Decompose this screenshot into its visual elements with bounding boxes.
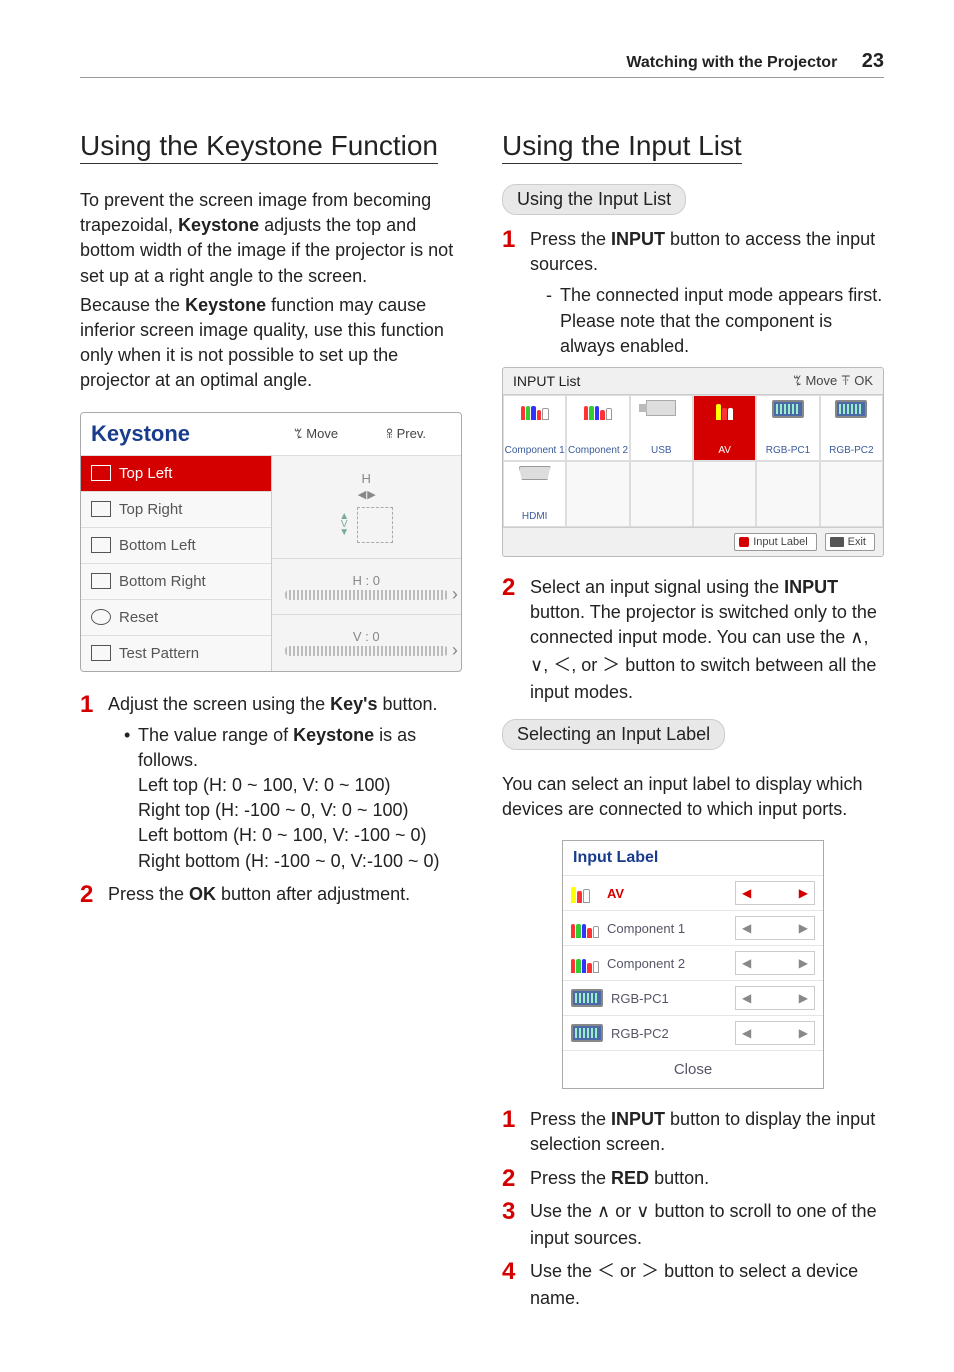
vga-icon xyxy=(835,400,867,418)
lr-arrows-icon: ◀ ▶ xyxy=(358,489,375,501)
input-label-button[interactable]: Input Label xyxy=(734,533,816,551)
s2-step-4: Use the ＜ or ＞ button to select a device… xyxy=(502,1259,884,1311)
input-list-hint: ꔂ Move ꔉ OK xyxy=(793,373,873,389)
selector-component1[interactable]: ◀▶ xyxy=(735,916,815,940)
left-column: Using the Keystone Function To prevent t… xyxy=(80,128,462,1320)
page-container: Watching with the Projector 23 Using the… xyxy=(0,0,954,1372)
left-step-1: Adjust the screen using the Key's button… xyxy=(80,692,462,874)
keystone-item-top-left[interactable]: Top Left xyxy=(81,455,271,491)
input-cell-rgbpc1[interactable]: RGB-PC1 xyxy=(756,395,819,461)
h-slider[interactable] xyxy=(285,590,448,600)
preview-h-label: H xyxy=(362,471,371,486)
keystone-menu: Top Left Top Right Bottom Left Bottom Ri… xyxy=(81,455,272,671)
header-section-title: Watching with the Projector xyxy=(626,54,837,71)
keystone-item-bottom-left[interactable]: Bottom Left xyxy=(81,527,271,563)
keystone-panel: Keystone ꔂ Move ꕉ Prev. Top Left Top Rig… xyxy=(80,412,462,672)
vga-icon xyxy=(571,989,603,1007)
keystone-item-top-right[interactable]: Top Right xyxy=(81,491,271,527)
keystone-item-bottom-right[interactable]: Bottom Right xyxy=(81,563,271,599)
preview-h-value: H : 0 xyxy=(353,573,380,588)
input-cell-rgbpc2[interactable]: RGB-PC2 xyxy=(820,395,883,461)
red-dot-icon xyxy=(739,537,749,547)
keystone-item-reset[interactable]: Reset xyxy=(81,599,271,635)
page-number: 23 xyxy=(862,50,884,72)
exit-icon xyxy=(830,537,844,547)
input-cell-hdmi[interactable]: HDMI xyxy=(503,461,566,527)
preview-v-value: V : 0 xyxy=(353,629,380,644)
range-line-2: Left bottom (H: 0 ~ 100, V: -100 ~ 0) xyxy=(138,823,462,848)
keystone-move-hint: ꔂ Move xyxy=(271,426,361,442)
range-line-0: Left top (H: 0 ~ 100, V: 0 ~ 100) xyxy=(138,773,462,798)
keystone-para2: Because the Keystone function may cause … xyxy=(80,293,462,394)
s2-step-2: Press the RED button. xyxy=(502,1166,884,1191)
s1-dash-note: The connected input mode appears first. … xyxy=(546,283,884,359)
label-row-rgbpc1[interactable]: RGB-PC1 ◀▶ xyxy=(563,980,823,1015)
preview-square-icon xyxy=(357,507,393,543)
label-row-component1[interactable]: Component 1 ◀▶ xyxy=(563,910,823,945)
s2-step-3: Use the ∧ or ∨ button to scroll to one o… xyxy=(502,1199,884,1251)
keystone-preview: H ◀ ▶ ▲V▼ H : 0 xyxy=(272,455,462,671)
keystone-prev-hint: ꕉ Prev. xyxy=(361,426,451,442)
inputlist-heading: Using the Input List xyxy=(502,128,742,164)
keystone-panel-title: Keystone xyxy=(91,421,271,447)
input-cell-av[interactable]: AV xyxy=(693,395,756,461)
hdmi-icon xyxy=(519,466,551,480)
sub-heading-input-label: Selecting an Input Label xyxy=(502,719,725,750)
v-slider[interactable] xyxy=(285,646,448,656)
label-row-rgbpc2[interactable]: RGB-PC2 ◀▶ xyxy=(563,1015,823,1050)
vga-icon xyxy=(571,1024,603,1042)
s1-step-2: Select an input signal using the INPUT b… xyxy=(502,575,884,705)
range-line-3: Right bottom (H: -100 ~ 0, V:-100 ~ 0) xyxy=(138,849,462,874)
ud-arrows-icon: ▲V▼ xyxy=(339,513,349,537)
close-button[interactable]: Close xyxy=(563,1050,823,1088)
selector-av[interactable]: ◀▶ xyxy=(735,881,815,905)
selector-component2[interactable]: ◀▶ xyxy=(735,951,815,975)
page-header: Watching with the Projector 23 xyxy=(80,50,884,78)
input-cell-component2[interactable]: Component 2 xyxy=(566,395,629,461)
s2-step-1: Press the INPUT button to display the in… xyxy=(502,1107,884,1157)
selector-rgbpc1[interactable]: ◀▶ xyxy=(735,986,815,1010)
left-bullet-1: The value range of Keystone is as follow… xyxy=(124,723,462,874)
sub-heading-input-list: Using the Input List xyxy=(502,184,686,215)
label-row-av[interactable]: AV ◀▶ xyxy=(563,875,823,910)
input-cell-component1[interactable]: Component 1 xyxy=(503,395,566,461)
s1-step-1: Press the INPUT button to access the inp… xyxy=(502,227,884,359)
exit-button[interactable]: Exit xyxy=(825,533,875,551)
input-list-panel: INPUT List ꔂ Move ꔉ OK Component 1 Compo… xyxy=(502,367,884,557)
keystone-heading: Using the Keystone Function xyxy=(80,128,438,164)
selector-rgbpc2[interactable]: ◀▶ xyxy=(735,1021,815,1045)
input-list-title: INPUT List xyxy=(513,373,580,389)
vga-icon xyxy=(772,400,804,418)
keystone-para1: To prevent the screen image from becomin… xyxy=(80,188,462,289)
two-column-layout: Using the Keystone Function To prevent t… xyxy=(80,128,884,1320)
input-label-title: Input Label xyxy=(563,841,823,875)
keystone-panel-header: Keystone ꔂ Move ꕉ Prev. xyxy=(81,413,461,455)
right-column: Using the Input List Using the Input Lis… xyxy=(502,128,884,1320)
label-row-component2[interactable]: Component 2 ◀▶ xyxy=(563,945,823,980)
input-label-panel: Input Label AV ◀▶ Component 1 ◀▶ Compone… xyxy=(562,840,824,1089)
left-step-2: Press the OK button after adjustment. xyxy=(80,882,462,907)
sub2-para: You can select an input label to display… xyxy=(502,772,884,822)
range-line-1: Right top (H: -100 ~ 0, V: 0 ~ 100) xyxy=(138,798,462,823)
usb-icon xyxy=(646,400,676,416)
keystone-item-test-pattern[interactable]: Test Pattern xyxy=(81,635,271,671)
input-cell-usb[interactable]: USB xyxy=(630,395,693,461)
